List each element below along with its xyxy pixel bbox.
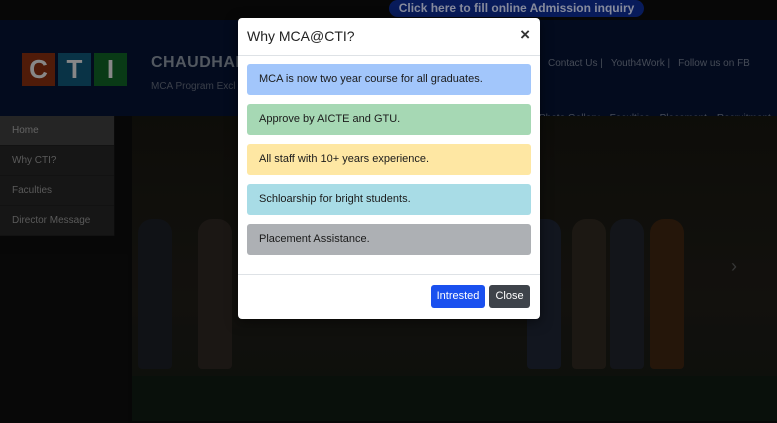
interested-button[interactable]: Intrested <box>431 285 485 308</box>
alert-aicte-gtu: Approve by AICTE and GTU. <box>247 104 531 135</box>
modal-title: Why MCA@CTI? <box>247 28 355 44</box>
alert-staff-experience: All staff with 10+ years experience. <box>247 144 531 175</box>
alert-scholarship: Schloarship for bright students. <box>247 184 531 215</box>
modal-footer: Intrested Close <box>238 274 540 319</box>
close-icon[interactable]: × <box>520 25 530 45</box>
why-mca-modal: Why MCA@CTI? × MCA is now two year cours… <box>238 18 540 319</box>
modal-header: Why MCA@CTI? × <box>238 18 540 56</box>
close-button[interactable]: Close <box>489 285 530 308</box>
modal-body: MCA is now two year course for all gradu… <box>238 56 540 272</box>
alert-placement: Placement Assistance. <box>247 224 531 255</box>
alert-two-year-course: MCA is now two year course for all gradu… <box>247 64 531 95</box>
